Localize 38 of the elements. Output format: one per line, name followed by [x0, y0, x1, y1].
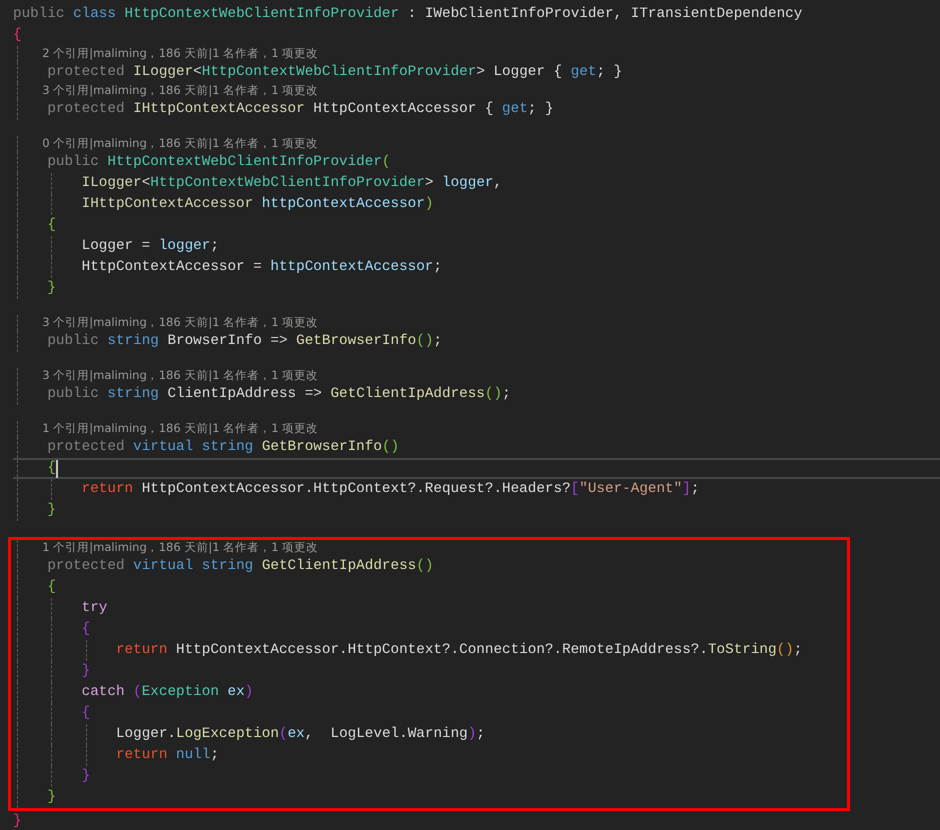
code-line: Logger = logger; [82, 238, 219, 256]
code-line: { [82, 704, 90, 722]
code-line: { [47, 460, 56, 478]
code-line: IHttpContextAccessor httpContextAccessor) [82, 196, 434, 214]
code-line: public string ClientIpAddress => GetClientIpAddress(); [47, 386, 511, 404]
code-line: } [13, 812, 22, 830]
code-lens-info: 1 个引用|maliming，186 天前|1 名作者，1 项更改 [42, 422, 318, 436]
code-line: Logger.LogException(ex, LogLevel.Warning); [116, 726, 485, 744]
code-line: protected IHttpContextAccessor HttpContextAccessor { get; } [47, 100, 554, 118]
code-line: catch (Exception ex) [82, 684, 254, 702]
code-line: return null; [116, 746, 219, 764]
code-lens-info: 3 个引用|maliming，186 天前|1 名作者，1 项更改 [42, 369, 318, 383]
text-cursor [56, 460, 58, 478]
code-line: protected virtual string GetBrowserInfo() [47, 438, 400, 456]
code-lens-info: 3 个引用|maliming，186 天前|1 名作者，1 项更改 [42, 84, 318, 98]
code-lens-info: 1 个引用|maliming，186 天前|1 名作者，1 项更改 [42, 541, 318, 555]
code-lens-info: 0 个引用|maliming，186 天前|1 名作者，1 项更改 [42, 137, 318, 151]
code-line: public HttpContextWebClientInfoProvider( [47, 154, 391, 172]
code-line: { [47, 216, 56, 234]
code-line: public class HttpContextWebClientInfoProvider : IWebClientInfoProvider, ITransientDependency [13, 6, 802, 24]
code-line: } [82, 768, 90, 786]
code-line: } [47, 280, 56, 298]
code-line: } [47, 502, 56, 520]
code-line: return HttpContextAccessor.HttpContext?.Connection?.RemoteIpAddress?.ToString(); [116, 642, 802, 660]
code-lens-info: 3 个引用|maliming，186 天前|1 名作者，1 项更改 [42, 316, 318, 330]
code-line: } [47, 788, 56, 806]
code-line: try [82, 600, 108, 618]
code-line: ILogger<HttpContextWebClientInfoProvider> logger, [82, 174, 502, 192]
code-line: public string BrowserInfo => GetBrowserInfo(); [47, 332, 442, 350]
code-line: { [47, 578, 56, 596]
code-line: protected virtual string GetClientIpAddress() [47, 558, 434, 576]
code-line: { [82, 620, 90, 638]
code-lens-info: 2 个引用|maliming，186 天前|1 名作者，1 项更改 [42, 47, 318, 61]
code-line: } [82, 662, 90, 680]
code-line: protected ILogger<HttpContextWebClientInfoProvider> Logger { get; } [47, 64, 622, 82]
code-line: HttpContextAccessor = httpContextAccessor; [82, 258, 442, 276]
code-line: return HttpContextAccessor.HttpContext?.Request?.Headers?["User-Agent"]; [82, 480, 700, 498]
code-line: { [13, 26, 22, 44]
